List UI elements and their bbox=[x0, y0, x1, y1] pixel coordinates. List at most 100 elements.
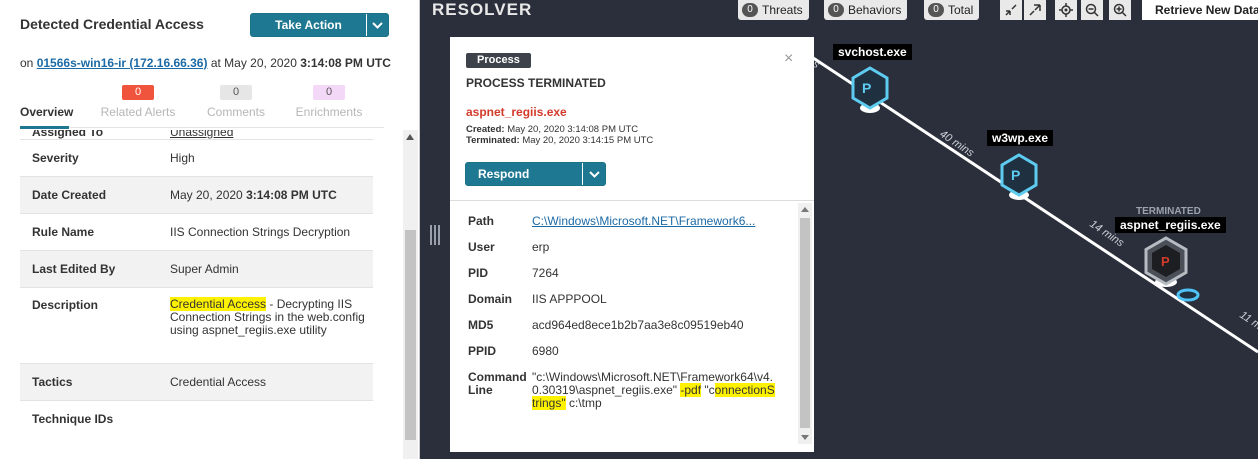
date-prefix: at May 20, 2020 bbox=[210, 56, 297, 70]
total-counter[interactable]: 0 Total bbox=[924, 0, 980, 20]
scroll-thumb[interactable] bbox=[405, 230, 416, 440]
process-name: aspnet_regiis.exe bbox=[466, 105, 567, 119]
zoom-out-icon[interactable] bbox=[1081, 0, 1103, 20]
cmd-highlight-1: -pdf bbox=[680, 383, 702, 397]
detection-subtitle: on 01566s-win16-ir (172.16.66.36) at May… bbox=[20, 56, 391, 70]
command-line-label: Command Line bbox=[468, 370, 527, 397]
chevron-down-icon[interactable] bbox=[366, 14, 388, 36]
detail-tabs: 0 Overview 0 Related Alerts 0 Comments 0… bbox=[0, 84, 419, 128]
tab-overview[interactable]: 0 Overview bbox=[20, 84, 74, 119]
tab-related-alerts-label: Related Alerts bbox=[100, 105, 176, 119]
w3wp-node-letter: P bbox=[1011, 167, 1021, 183]
terminated-caption: TERMINATED bbox=[1136, 206, 1201, 217]
detection-title: Detected Credential Access bbox=[20, 16, 204, 32]
behaviors-label: Behaviors bbox=[848, 3, 902, 17]
tab-comments[interactable]: 0 Comments bbox=[200, 84, 272, 119]
ppid-label: PPID bbox=[468, 344, 497, 358]
process-status: PROCESS TERMINATED bbox=[466, 76, 606, 90]
tabs-divider bbox=[20, 127, 384, 128]
chevron-down-icon[interactable] bbox=[582, 163, 605, 185]
active-tab-indicator bbox=[20, 126, 69, 129]
md5-value: acd964ed8ece1b2b7aa3e8c09519eb40 bbox=[532, 318, 744, 332]
path-label: Path bbox=[468, 214, 495, 228]
scroll-up-icon[interactable] bbox=[801, 207, 809, 212]
domain-label: Domain bbox=[468, 292, 513, 306]
total-count: 0 bbox=[928, 3, 944, 17]
svchost-node-letter: P bbox=[862, 80, 872, 96]
created-value: May 20, 2020 3:14:08 PM UTC bbox=[507, 124, 639, 135]
date-created-date: May 20, 2020 bbox=[170, 187, 243, 202]
path-link[interactable]: C:\Windows\Microsoft.NET\Framework6... bbox=[532, 215, 777, 228]
severity-value: High bbox=[170, 150, 195, 165]
detail-row-assigned-to: Assigned To Unassigned bbox=[20, 130, 373, 139]
panel-splitter-handle[interactable] bbox=[430, 225, 440, 245]
tab-related-alerts[interactable]: 0 Related Alerts bbox=[98, 84, 178, 119]
center-target-icon[interactable] bbox=[1055, 0, 1077, 20]
detection-panel: Detected Credential Access Take Action o… bbox=[0, 0, 420, 459]
collapse-icon[interactable] bbox=[1000, 0, 1022, 20]
property-row-user: User erp bbox=[450, 235, 796, 261]
detail-row-tactics: Tactics Credential Access bbox=[20, 363, 373, 400]
cmd-part-3: c:\tmp bbox=[565, 396, 602, 410]
property-row-domain: Domain IIS APPPOOL bbox=[450, 287, 796, 313]
scroll-up-icon[interactable] bbox=[406, 134, 414, 140]
rule-name-value: IIS Connection Strings Decryption bbox=[170, 224, 351, 239]
respond-button[interactable]: Respond bbox=[465, 162, 606, 186]
on-prefix: on bbox=[20, 56, 34, 70]
aspnet-regiis-label: aspnet_regiis.exe bbox=[1115, 217, 1226, 233]
assigned-to-label: Assigned To bbox=[32, 130, 104, 139]
assigned-to-value[interactable]: Unassigned bbox=[170, 130, 233, 139]
expand-icon[interactable] bbox=[1024, 0, 1046, 20]
detail-list: Assigned To Unassigned Severity High Dat… bbox=[20, 130, 373, 459]
host-link[interactable]: 01566s-win16-ir (172.16.66.36) bbox=[37, 56, 208, 70]
w3wp-label: w3wp.exe bbox=[987, 130, 1054, 146]
command-line-value: "c:\Windows\Microsoft.NET\Framework64\v4… bbox=[532, 371, 777, 410]
md5-label: MD5 bbox=[468, 318, 494, 332]
behaviors-counter[interactable]: 0 Behaviors bbox=[824, 0, 908, 20]
related-alerts-badge: 0 bbox=[122, 85, 154, 100]
detail-row-last-edited: Last Edited By Super Admin bbox=[20, 250, 373, 287]
last-edited-label: Last Edited By bbox=[32, 262, 116, 276]
comments-badge: 0 bbox=[220, 85, 252, 100]
ppid-value: 6980 bbox=[532, 344, 559, 358]
tab-enrichments[interactable]: 0 Enrichments bbox=[292, 84, 366, 119]
last-edited-value: Super Admin bbox=[170, 261, 239, 276]
date-created-label: Date Created bbox=[32, 188, 107, 202]
scroll-thumb[interactable] bbox=[800, 218, 810, 428]
take-action-button[interactable]: Take Action bbox=[250, 13, 389, 37]
description-highlight: Credential Access bbox=[170, 297, 267, 311]
detail-row-rule-name: Rule Name IIS Connection Strings Decrypt… bbox=[20, 213, 373, 250]
user-value: erp bbox=[532, 240, 550, 254]
popup-scrollbar[interactable] bbox=[798, 203, 812, 444]
scroll-down-icon[interactable] bbox=[801, 435, 809, 440]
enrichments-badge: 0 bbox=[313, 85, 345, 100]
detection-time: 3:14:08 PM UTC bbox=[300, 56, 391, 70]
tactics-value: Credential Access bbox=[170, 374, 267, 389]
selected-node-ring bbox=[1176, 288, 1200, 302]
created-label: Created: bbox=[466, 124, 505, 135]
close-icon[interactable]: × bbox=[784, 50, 793, 68]
respond-label: Respond bbox=[478, 167, 530, 181]
aspnet-regiis-node[interactable] bbox=[1144, 236, 1200, 302]
domain-value: IIS APPPOOL bbox=[532, 292, 607, 306]
terminated-value: May 20, 2020 3:14:15 PM UTC bbox=[522, 135, 654, 146]
threats-counter[interactable]: 0 Threats bbox=[738, 0, 809, 20]
detail-scrollbar[interactable] bbox=[403, 130, 418, 459]
process-properties: Path C:\Windows\Microsoft.NET\Framework6… bbox=[450, 201, 796, 452]
tactics-label: Tactics bbox=[32, 375, 73, 389]
behaviors-count: 0 bbox=[828, 3, 844, 17]
severity-label: Severity bbox=[32, 151, 79, 165]
tab-overview-label: Overview bbox=[20, 105, 74, 119]
rule-name-label: Rule Name bbox=[32, 225, 95, 239]
aspnet-regiis-node-letter: P bbox=[1161, 254, 1170, 269]
date-created-value: May 20, 2020 3:14:08 PM UTC bbox=[170, 187, 373, 202]
user-label: User bbox=[468, 240, 495, 254]
zoom-in-icon[interactable] bbox=[1109, 0, 1131, 20]
total-label: Total bbox=[948, 3, 974, 17]
description-value: Credential Access - Decrypting IIS Conne… bbox=[170, 297, 373, 337]
cmd-part-2: "c bbox=[701, 383, 715, 397]
threats-count: 0 bbox=[742, 3, 758, 17]
process-times: Created: May 20, 2020 3:14:08 PM UTC Ter… bbox=[466, 124, 653, 146]
detail-row-description: Description Credential Access - Decrypti… bbox=[20, 287, 373, 363]
retrieve-new-data-button[interactable]: Retrieve New Data bbox=[1142, 0, 1258, 20]
